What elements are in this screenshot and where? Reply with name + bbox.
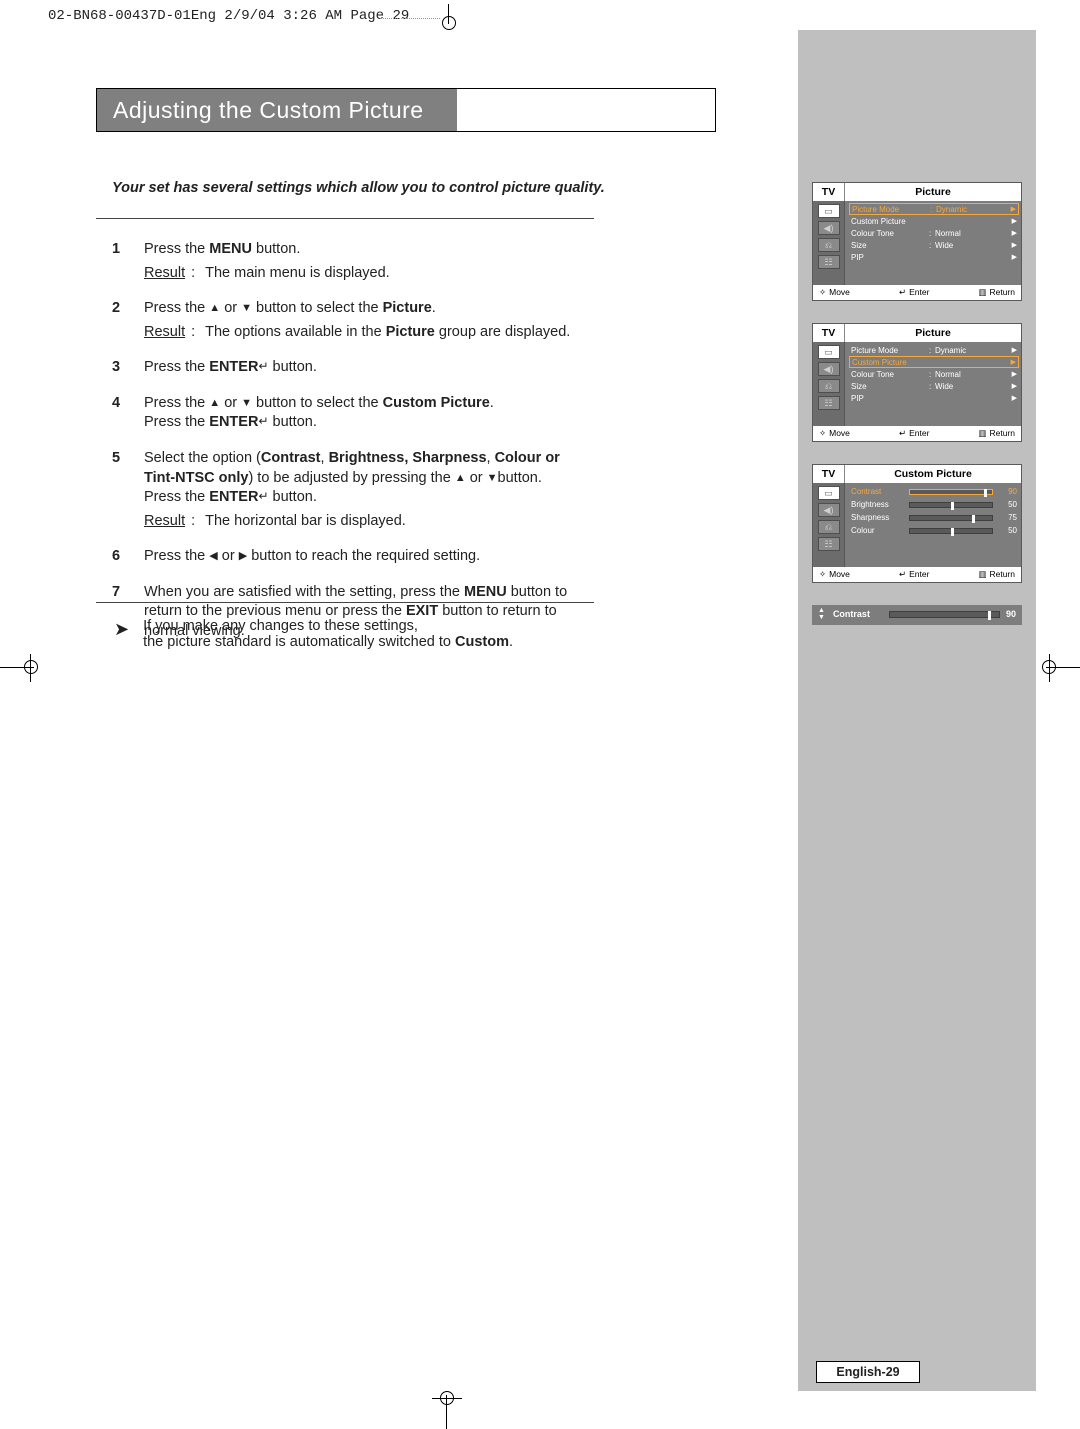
step-2: 2 Press the ▲ or ▼ button to select the … [112, 299, 594, 342]
list-item: Picture Mode:Dynamic▶ [851, 344, 1017, 356]
osd-tv-label: TV [813, 465, 845, 483]
list-item: Size:Wide▶ [851, 239, 1017, 251]
crop-mark-right [1042, 654, 1080, 682]
osd-icon-rail: ▭ ◀) ⎌ ☷ [813, 342, 845, 426]
list-item: Custom Picture▶ [851, 215, 1017, 227]
list-item: Colour Tone:Normal▶ [851, 227, 1017, 239]
step-number: 4 [112, 394, 144, 433]
channel-icon: ⎌ [818, 520, 840, 534]
channel-icon: ⎌ [818, 379, 840, 393]
sound-icon: ◀) [818, 221, 840, 235]
slider-colour: Colour50 [851, 524, 1017, 537]
step-3: 3 Press the ENTER↵ button. [112, 358, 594, 378]
list-item: PIP▶ [851, 251, 1017, 263]
crop-mark-top [0, 4, 1080, 32]
osd-title: Picture [845, 324, 1021, 342]
osd-panel-picture-1: TV Picture ▭ ◀) ⎌ ☷ Picture Mode:Dynamic… [812, 182, 1022, 301]
picture-icon: ▭ [818, 345, 840, 359]
divider [96, 602, 594, 603]
updown-icon: ▲▼ [818, 607, 825, 621]
slider-sharpness: Sharpness75 [851, 511, 1017, 524]
osd-panel-picture-2: TV Picture ▭ ◀) ⎌ ☷ Picture Mode:Dynamic… [812, 323, 1022, 442]
step-number: 6 [112, 547, 144, 567]
step-4: 4 Press the ▲ or ▼ button to select the … [112, 394, 594, 433]
step-number: 1 [112, 240, 144, 283]
step-number: 2 [112, 299, 144, 342]
step-5: 5 Select the option (Contrast, Brightnes… [112, 449, 594, 531]
osd-icon-rail: ▭ ◀) ⎌ ☷ [813, 201, 845, 285]
crop-mark-bottom [432, 1389, 462, 1429]
osd-list: Picture Mode:Dynamic▶ Custom Picture▶ Co… [845, 201, 1021, 285]
channel-icon: ⎌ [818, 238, 840, 252]
step-1: 1 Press the MENU button. Result:The main… [112, 240, 594, 283]
slider-contrast: Contrast90 [851, 485, 1017, 498]
osd-panel-custom-picture: TV Custom Picture ▭ ◀) ⎌ ☷ Contrast90 Br… [812, 464, 1022, 583]
osd-list: Picture Mode:Dynamic▶ Custom Picture▶ Co… [845, 342, 1021, 426]
slider-brightness: Brightness50 [851, 498, 1017, 511]
step-number: 3 [112, 358, 144, 378]
osd-title: Picture [845, 183, 1021, 201]
osd-contrast-bar: ▲▼ Contrast 90 [812, 605, 1022, 625]
steps-list: 1 Press the MENU button. Result:The main… [112, 240, 594, 641]
osd-footer: ✧Move ↵Enter ▥Return [813, 285, 1021, 300]
osd-icon-rail: ▭ ◀) ⎌ ☷ [813, 483, 845, 567]
note-arrow-icon: ➤ [114, 620, 129, 650]
intro-text: Your set has several settings which allo… [112, 180, 605, 196]
osd-footer: ✧Move ↵Enter ▥Return [813, 426, 1021, 441]
step-number: 5 [112, 449, 144, 531]
sound-icon: ◀) [818, 362, 840, 376]
setup-icon: ☷ [818, 537, 840, 551]
picture-icon: ▭ [818, 486, 840, 500]
setup-icon: ☷ [818, 396, 840, 410]
osd-slider-list: Contrast90 Brightness50 Sharpness75 Colo… [845, 483, 1021, 567]
list-item: Picture Mode:Dynamic▶ [849, 203, 1019, 215]
sidebar-column: TV Picture ▭ ◀) ⎌ ☷ Picture Mode:Dynamic… [798, 30, 1036, 1391]
list-item: Size:Wide▶ [851, 380, 1017, 392]
page-title: Adjusting the Custom Picture [97, 89, 457, 131]
osd-title: Custom Picture [845, 465, 1021, 483]
list-item: Custom Picture▶ [849, 356, 1019, 368]
page-frame: TV Picture ▭ ◀) ⎌ ☷ Picture Mode:Dynamic… [40, 30, 1036, 1391]
osd-tv-label: TV [813, 324, 845, 342]
crop-mark-left [0, 654, 38, 682]
osd-tv-label: TV [813, 183, 845, 201]
sound-icon: ◀) [818, 503, 840, 517]
divider [96, 218, 594, 219]
page-title-bar: Adjusting the Custom Picture [96, 88, 716, 132]
osd-footer: ✧Move ↵Enter ▥Return [813, 567, 1021, 582]
picture-icon: ▭ [818, 204, 840, 218]
setup-icon: ☷ [818, 255, 840, 269]
step-6: 6 Press the ◀ or ▶ button to reach the r… [112, 547, 594, 567]
list-item: Colour Tone:Normal▶ [851, 368, 1017, 380]
page-number: English-29 [816, 1361, 920, 1383]
note: ➤ If you make any changes to these setti… [114, 618, 594, 650]
list-item: PIP▶ [851, 392, 1017, 404]
